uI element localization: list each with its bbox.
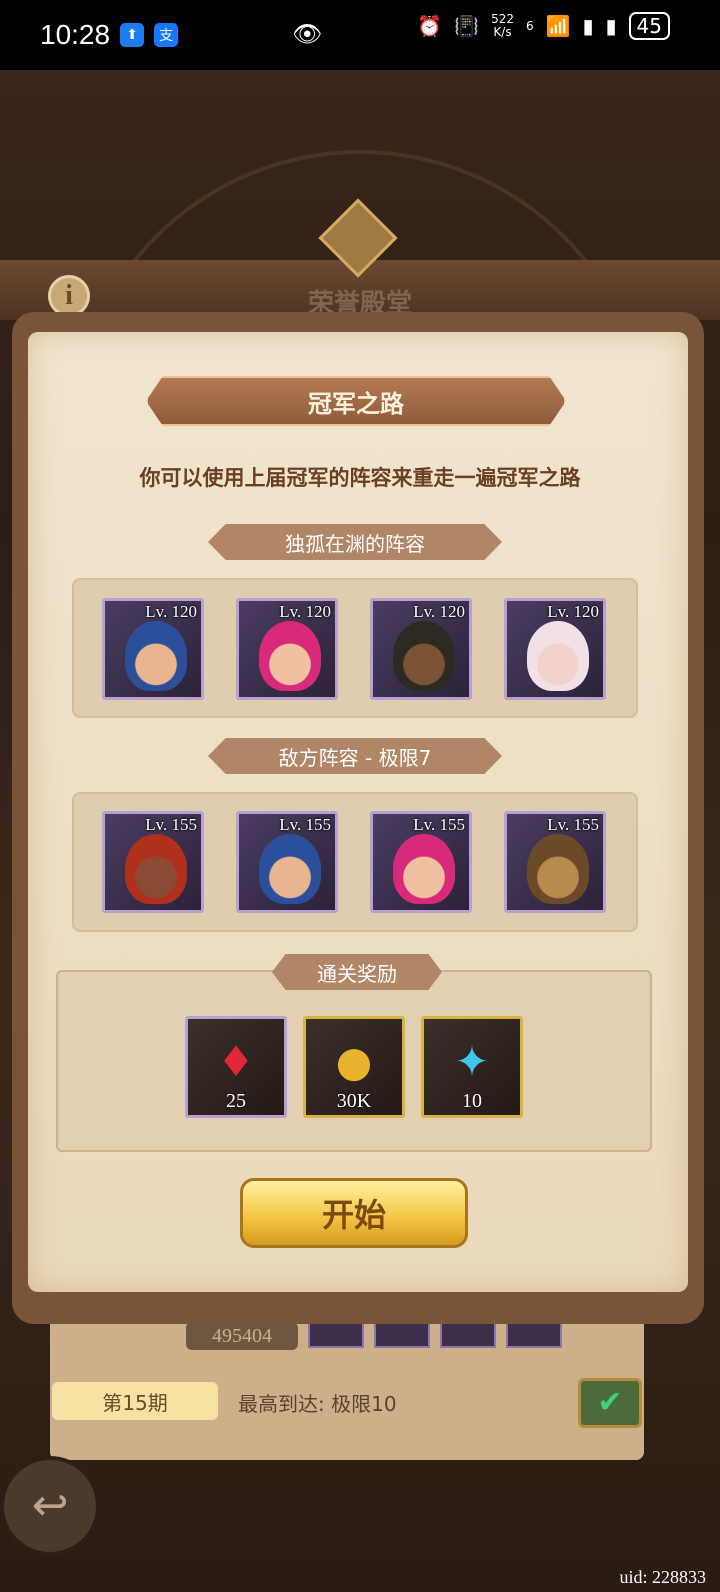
dialog-description: 你可以使用上届冠军的阵容来重走一遍冠军之路 [139, 466, 581, 490]
hero-portrait [259, 834, 321, 904]
reward-item[interactable]: ● 30K [303, 1016, 405, 1118]
net-speed-unit: K/s [493, 25, 512, 39]
history-score: 495404 [186, 1322, 298, 1350]
hero-card[interactable]: Lv. 120 [236, 598, 338, 700]
hero-level: Lv. 155 [547, 815, 599, 834]
hero-level: Lv. 155 [413, 815, 465, 834]
hero-level: Lv. 120 [413, 602, 465, 621]
hero-portrait [393, 834, 455, 904]
alarm-icon: ⏰ [417, 14, 443, 38]
period-tag[interactable]: 第15期 [52, 1382, 218, 1420]
reward-item[interactable]: ♦ 25 [185, 1016, 287, 1118]
hero-level: Lv. 120 [547, 602, 599, 621]
signal-icon: ▮ [582, 14, 594, 38]
reward-item[interactable]: ✦ 10 [421, 1016, 523, 1118]
hero-card[interactable]: Lv. 155 [370, 811, 472, 913]
hero-portrait [527, 621, 589, 691]
history-hero [374, 1320, 430, 1348]
hero-level: Lv. 155 [145, 815, 197, 834]
hero-portrait [125, 621, 187, 691]
battery-icon: 45 [628, 12, 670, 40]
hero-card[interactable]: Lv. 120 [504, 598, 606, 700]
net-speed-value: 522 [491, 12, 514, 26]
hero-card[interactable]: Lv. 155 [236, 811, 338, 913]
signal-icon-2: ▮ [605, 14, 617, 38]
hero-card[interactable]: Lv. 155 [504, 811, 606, 913]
reward-label: 通关奖励 [272, 954, 442, 990]
start-button[interactable]: 开始 [240, 1178, 468, 1248]
reward-count: 25 [226, 1090, 246, 1112]
history-team [308, 1320, 562, 1348]
eye-icon: 👁 [292, 20, 323, 48]
best-reach-text: 最高到达: 极限10 [238, 1392, 397, 1416]
wifi-icon: 📶 [545, 14, 571, 38]
hero-level: Lv. 155 [279, 815, 331, 834]
status-icons: ⏰ 📳 522 K/s 6 📶 ▮ ▮ 45 [417, 12, 670, 40]
hero-card[interactable]: Lv. 120 [102, 598, 204, 700]
hero-portrait [527, 834, 589, 904]
history-hero [506, 1320, 562, 1348]
treasure-chest-icon[interactable]: ✔ [578, 1378, 642, 1428]
notification-app-icon: ⬆ [120, 23, 145, 47]
champion-team-label: 独孤在渊的阵容 [208, 524, 502, 560]
dialog-title: 冠军之路 [146, 376, 566, 426]
gold-coin-icon: ● [335, 1037, 373, 1086]
hero-portrait [125, 834, 187, 904]
hero-level: Lv. 120 [145, 602, 197, 621]
history-hero [308, 1320, 364, 1348]
user-id: uid: 228833 [619, 1567, 706, 1587]
gem-icon: ♦ [217, 1037, 255, 1086]
net-speed: 522 K/s [491, 13, 514, 39]
crystal-icon: ✦ [454, 1037, 490, 1086]
back-button[interactable]: ↩ [0, 1456, 100, 1556]
hero-level: Lv. 120 [279, 602, 331, 621]
status-bar: 10:28 ⬆ 支 👁 ⏰ 📳 522 K/s 6 📶 ▮ ▮ 45 [0, 0, 720, 70]
hero-card[interactable]: Lv. 120 [370, 598, 472, 700]
network-type: 6 [525, 19, 534, 33]
alipay-icon: 支 [154, 23, 179, 47]
status-time: 10:28 [40, 19, 111, 50]
history-hero [440, 1320, 496, 1348]
vibrate-icon: 📳 [454, 14, 480, 38]
enemy-team-label: 敌方阵容 - 极限7 [208, 738, 502, 774]
hero-portrait [259, 621, 321, 691]
hero-card[interactable]: Lv. 155 [102, 811, 204, 913]
hero-portrait [393, 621, 455, 691]
reward-count: 10 [462, 1090, 482, 1112]
reward-count: 30K [336, 1090, 372, 1112]
